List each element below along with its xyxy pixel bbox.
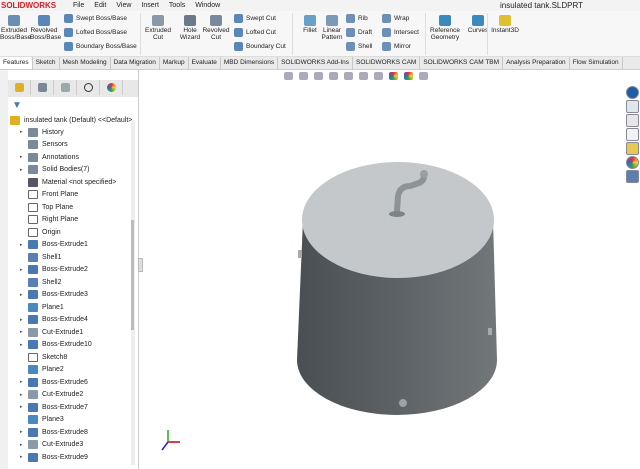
side-nozzle [298,250,302,258]
graphics-area[interactable] [0,0,640,469]
pipe-end [420,170,428,178]
triad-axes [161,430,180,451]
tank-model[interactable] [297,162,497,415]
bottom-nozzle [399,399,407,407]
pipe-flange [389,211,405,217]
tank-top-face [302,162,494,278]
side-nozzle [488,328,492,335]
